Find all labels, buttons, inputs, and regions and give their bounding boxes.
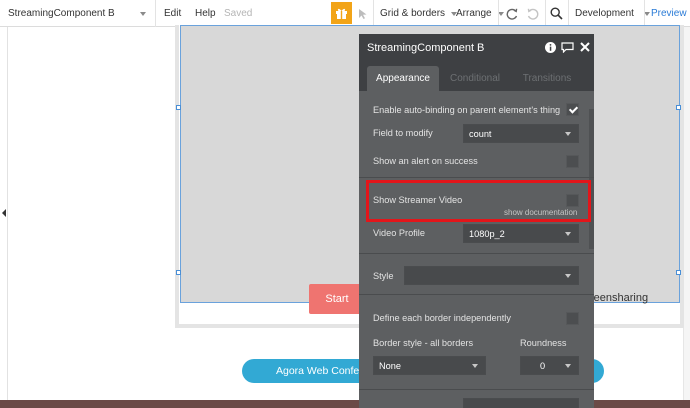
style-label: Style bbox=[373, 271, 394, 281]
undo-icon[interactable] bbox=[505, 0, 519, 27]
info-icon[interactable] bbox=[545, 42, 556, 53]
expand-panel-arrow-icon[interactable] bbox=[2, 209, 6, 217]
auto-binding-checkbox[interactable] bbox=[566, 103, 579, 116]
define-border-label: Define each border independently bbox=[373, 313, 511, 323]
border-style-label: Border style - all borders bbox=[373, 338, 474, 348]
border-style-dropdown[interactable]: None bbox=[373, 356, 486, 375]
chevron-down-icon bbox=[565, 132, 571, 136]
page-selector[interactable]: StreamingComponent B bbox=[8, 0, 115, 27]
search-icon[interactable] bbox=[550, 0, 563, 27]
comment-icon[interactable] bbox=[561, 42, 574, 53]
tab-appearance[interactable]: Appearance bbox=[367, 66, 439, 91]
section-divider bbox=[359, 253, 594, 254]
roundness-label: Roundness bbox=[520, 338, 567, 348]
menu-edit[interactable]: Edit bbox=[164, 0, 181, 27]
video-profile-value: 1080p_2 bbox=[469, 228, 505, 239]
chevron-down-icon bbox=[565, 232, 571, 236]
arrange-menu[interactable]: Arrange bbox=[456, 0, 504, 27]
right-gutter bbox=[683, 27, 690, 400]
start-button[interactable]: Start bbox=[309, 284, 365, 314]
highlight-annotation-box bbox=[366, 180, 591, 222]
next-dropdown[interactable] bbox=[463, 398, 579, 408]
gift-icon[interactable] bbox=[331, 2, 352, 24]
close-icon[interactable] bbox=[580, 42, 590, 52]
panel-tabs: Appearance Conditional Transitions bbox=[359, 62, 594, 91]
pointer-icon[interactable] bbox=[357, 0, 369, 27]
saved-status: Saved bbox=[224, 8, 253, 19]
preview-link[interactable]: Preview bbox=[651, 0, 687, 27]
grid-borders-menu[interactable]: Grid & borders bbox=[380, 0, 458, 27]
show-alert-label: Show an alert on success bbox=[373, 156, 478, 166]
section-divider bbox=[359, 389, 594, 390]
redo-icon[interactable] bbox=[526, 0, 540, 27]
resize-handle-right[interactable] bbox=[676, 105, 681, 110]
environment-selector[interactable]: Development bbox=[575, 0, 650, 27]
define-border-checkbox[interactable] bbox=[566, 312, 579, 325]
auto-binding-label: Enable auto-binding on parent element's … bbox=[373, 105, 561, 115]
video-profile-label: Video Profile bbox=[373, 228, 425, 238]
panel-header: StreamingComponent B bbox=[359, 34, 594, 62]
panel-scrollbar[interactable] bbox=[589, 109, 594, 249]
page-name: StreamingComponent B bbox=[8, 8, 115, 19]
field-to-modify-value: count bbox=[469, 128, 492, 139]
section-divider bbox=[359, 294, 594, 295]
tab-transitions[interactable]: Transitions bbox=[515, 66, 579, 91]
panel-title: StreamingComponent B bbox=[367, 42, 485, 54]
resize-handle-left[interactable] bbox=[176, 105, 181, 110]
section-divider bbox=[359, 177, 594, 178]
chevron-down-icon bbox=[472, 364, 478, 368]
resize-handle-bottom-left[interactable] bbox=[176, 270, 181, 275]
field-to-modify-label: Field to modify bbox=[373, 128, 433, 138]
show-alert-checkbox[interactable] bbox=[566, 155, 579, 168]
video-profile-dropdown[interactable]: 1080p_2 bbox=[463, 224, 579, 243]
screensharing-label: reensharing bbox=[590, 292, 649, 304]
top-toolbar: StreamingComponent B Edit Help Saved Gri… bbox=[0, 0, 690, 27]
border-style-value: None bbox=[379, 360, 401, 371]
menu-help[interactable]: Help bbox=[195, 0, 216, 27]
resize-handle-bottom-right[interactable] bbox=[676, 270, 681, 275]
page-selector-dropdown-icon[interactable] bbox=[140, 0, 146, 27]
field-to-modify-dropdown[interactable]: count bbox=[463, 124, 579, 143]
tab-conditional[interactable]: Conditional bbox=[443, 66, 507, 91]
chevron-down-icon bbox=[565, 364, 571, 368]
style-dropdown[interactable] bbox=[404, 266, 579, 285]
roundness-value: 0 bbox=[540, 360, 546, 371]
chevron-down-icon bbox=[565, 274, 571, 278]
roundness-input[interactable]: 0 bbox=[520, 356, 579, 375]
